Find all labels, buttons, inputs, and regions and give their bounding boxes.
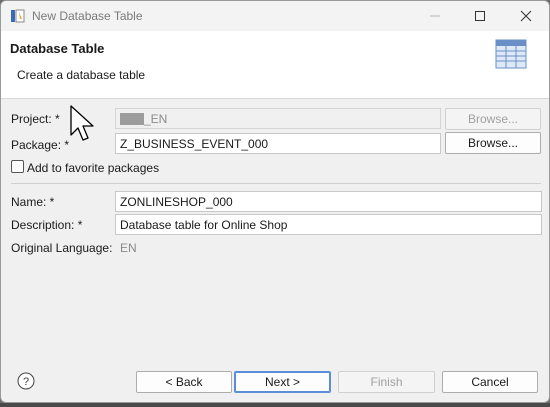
- new-database-table-dialog: New Database Table Database Table Create…: [0, 0, 550, 403]
- name-field[interactable]: ZONLINESHOP_000: [115, 191, 542, 212]
- favorite-packages-label[interactable]: Add to favorite packages: [27, 161, 159, 175]
- eclipse-wizard-icon: [11, 9, 25, 23]
- next-button[interactable]: Next >: [234, 371, 331, 393]
- window-title: New Database Table: [32, 9, 143, 23]
- project-browse-button[interactable]: Browse...: [445, 108, 541, 130]
- wizard-subtitle: Create a database table: [17, 68, 146, 82]
- wizard-banner: Database Table Create a database table: [1, 31, 549, 99]
- close-icon: [520, 10, 532, 22]
- original-language-label: Original Language:: [11, 241, 113, 255]
- maximize-icon: [475, 11, 485, 21]
- maximize-button[interactable]: [457, 4, 503, 28]
- mouse-pointer-icon: [70, 105, 94, 141]
- favorite-packages-checkbox[interactable]: [11, 160, 24, 173]
- desktop-background: [0, 403, 550, 407]
- project-field[interactable]: _EN: [115, 108, 441, 129]
- separator: [11, 183, 541, 184]
- redacted-text: [120, 113, 144, 125]
- description-label: Description: *: [11, 218, 83, 232]
- back-button[interactable]: < Back: [136, 371, 232, 393]
- database-table-icon: [495, 39, 527, 69]
- svg-text:?: ?: [23, 376, 29, 388]
- close-button[interactable]: [503, 4, 549, 28]
- minimize-icon: [430, 15, 440, 17]
- cancel-button[interactable]: Cancel: [442, 371, 538, 393]
- wizard-title: Database Table: [10, 41, 105, 56]
- package-browse-button[interactable]: Browse...: [445, 132, 541, 154]
- package-label: Package: *: [11, 138, 70, 152]
- help-icon[interactable]: ?: [17, 372, 35, 390]
- original-language-field: EN: [120, 241, 137, 255]
- minimize-button[interactable]: [412, 4, 458, 28]
- project-label: Project: *: [11, 112, 60, 126]
- title-bar[interactable]: New Database Table: [1, 1, 549, 31]
- name-label: Name: *: [11, 195, 55, 209]
- package-field[interactable]: Z_BUSINESS_EVENT_000: [115, 133, 441, 154]
- finish-button[interactable]: Finish: [338, 371, 435, 393]
- description-field[interactable]: Database table for Online Shop: [115, 214, 542, 235]
